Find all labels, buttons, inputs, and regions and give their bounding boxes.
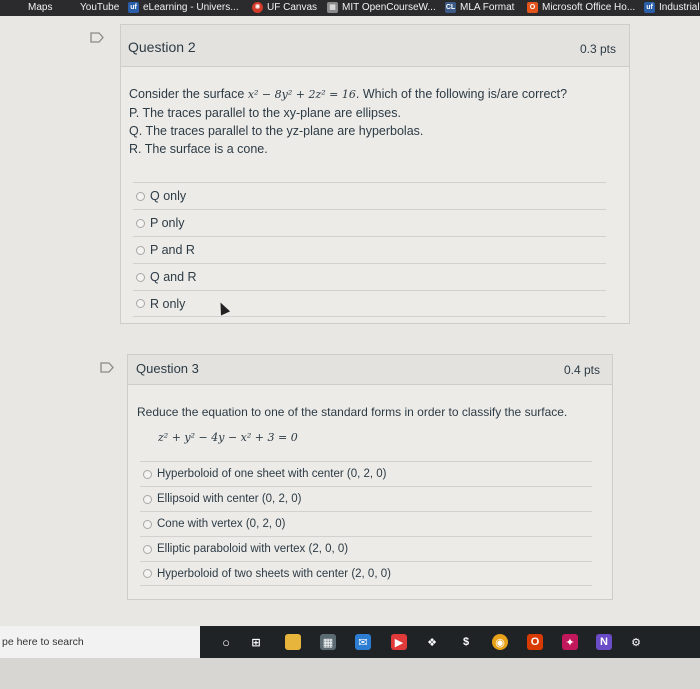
uf-icon: uf: [644, 2, 655, 13]
mla-icon: CL: [445, 2, 456, 13]
answer-option[interactable]: Q only: [133, 182, 606, 209]
answer-option[interactable]: Hyperboloid of two sheets with center (2…: [140, 561, 592, 586]
quiz-page: Question 2 0.3 pts Consider the surface …: [0, 16, 700, 626]
bookmark-label: MIT OpenCourseW...: [342, 2, 436, 13]
bookmark-elearning[interactable]: uf eLearning - Univers...: [128, 1, 239, 14]
answer-label: P only: [150, 216, 185, 230]
office-icon: O: [527, 2, 538, 13]
bookmark-uf-canvas[interactable]: ✺ UF Canvas: [252, 1, 317, 14]
chrome-icon[interactable]: ◉: [492, 634, 508, 650]
radio-button[interactable]: [143, 494, 152, 504]
task-view-icon[interactable]: ⊞: [248, 634, 264, 650]
radio-button[interactable]: [136, 272, 145, 282]
answer-label: Ellipsoid with center (0, 2, 0): [157, 493, 302, 505]
radio-button[interactable]: [143, 569, 152, 578]
taskbar-search-box[interactable]: pe here to search: [0, 626, 200, 658]
bookmark-label: UF Canvas: [267, 2, 318, 13]
radio-button[interactable]: [136, 191, 145, 201]
statement-p: P. The traces parallel to the xy-plane a…: [129, 106, 401, 120]
dollar-icon[interactable]: $: [458, 634, 474, 650]
prompt-text: . Which of the following is/are correct?: [355, 87, 568, 101]
canvas-icon: ✺: [252, 2, 263, 13]
answer-option[interactable]: R only: [133, 290, 606, 317]
bookmark-maps[interactable]: Maps: [28, 1, 52, 14]
bookmark-label: eLearning - Univers...: [143, 2, 239, 13]
answer-label: Hyperboloid of one sheet with center (0,…: [157, 468, 387, 480]
file-explorer-icon[interactable]: [285, 634, 301, 650]
question-header: Question 2 0.3 pts: [121, 25, 629, 67]
bookmark-label: Maps: [28, 2, 53, 13]
answer-label: P and R: [150, 243, 195, 257]
bookmark-mit[interactable]: ▦ MIT OpenCourseW...: [327, 1, 436, 14]
bookmark-youtube[interactable]: YouTube: [80, 1, 119, 14]
radio-button[interactable]: [136, 299, 145, 308]
answer-option[interactable]: Hyperboloid of one sheet with center (0,…: [140, 461, 592, 486]
bookmarks-bar: Maps YouTube uf eLearning - Univers... ✺…: [0, 0, 700, 16]
answer-label: Q only: [150, 189, 187, 203]
prompt-text: Reduce the equation to one of the standa…: [137, 405, 568, 419]
taskbar: pe here to search ○ ⊞ ▦ ✉ ▶ ❖ $ ◉ O ✦ N …: [0, 626, 700, 658]
answer-label: Elliptic paraboloid with vertex (2, 0, 0…: [157, 543, 349, 555]
settings-gear-icon[interactable]: ⚙: [628, 634, 644, 650]
dropbox-icon[interactable]: ❖: [424, 634, 440, 650]
store-icon[interactable]: ▦: [320, 634, 336, 650]
bookmark-industrial[interactable]: uf Industrial: [644, 1, 700, 14]
flag-question-icon[interactable]: [100, 362, 114, 373]
answer-list: Q only P only P and R Q and R R only: [133, 182, 606, 317]
answer-list: Hyperboloid of one sheet with center (0,…: [140, 461, 592, 586]
cortana-icon[interactable]: ○: [218, 634, 234, 650]
app-icon[interactable]: ✦: [562, 634, 578, 650]
flag-question-icon[interactable]: [90, 32, 104, 43]
prompt-text: Consider the surface: [129, 87, 248, 101]
question-2-card: Question 2 0.3 pts Consider the surface …: [120, 24, 630, 324]
answer-option[interactable]: P only: [133, 209, 606, 236]
onenote-icon[interactable]: N: [596, 634, 612, 650]
statement-q: Q. The traces parallel to the yz-plane a…: [129, 124, 424, 138]
bookmark-label: Microsoft Office Ho...: [542, 2, 636, 13]
radio-button[interactable]: [136, 245, 145, 255]
answer-label: Cone with vertex (0, 2, 0): [157, 518, 286, 530]
question-title: Question 2: [128, 39, 196, 55]
mit-icon: ▦: [327, 2, 338, 13]
bookmark-label: Industrial: [659, 2, 700, 13]
radio-button[interactable]: [136, 218, 145, 228]
radio-button[interactable]: [143, 519, 152, 529]
radio-button[interactable]: [143, 544, 152, 554]
bookmark-label: YouTube: [80, 2, 120, 13]
mail-icon[interactable]: ✉: [355, 634, 371, 650]
question-points: 0.4 pts: [563, 363, 600, 377]
equation: z² + y² − 4y − x² + 3 = 0: [158, 431, 298, 444]
question-title: Question 3: [136, 361, 199, 376]
answer-option[interactable]: Ellipsoid with center (0, 2, 0): [140, 486, 592, 511]
answer-label: Q and R: [150, 270, 197, 284]
question-text: Consider the surface x² − 8y² + 2z² = 16…: [129, 85, 619, 158]
answer-label: R only: [150, 296, 186, 311]
office-icon[interactable]: O: [527, 634, 543, 650]
app-icon[interactable]: ▶: [391, 634, 407, 650]
uf-icon: uf: [128, 2, 139, 13]
answer-option[interactable]: P and R: [133, 236, 606, 263]
bookmark-label: MLA Format: [460, 2, 515, 13]
answer-option[interactable]: Elliptic paraboloid with vertex (2, 0, 0…: [140, 536, 592, 561]
bookmark-office[interactable]: O Microsoft Office Ho...: [527, 1, 635, 14]
question-header: Question 3 0.4 pts: [128, 355, 612, 385]
search-placeholder: pe here to search: [2, 636, 84, 648]
bookmark-mla[interactable]: CL MLA Format: [445, 1, 514, 14]
question-points: 0.3 pts: [579, 42, 616, 56]
equation: x² − 8y² + 2z² = 16: [247, 88, 356, 101]
bottom-area: [0, 658, 700, 689]
radio-button[interactable]: [143, 469, 152, 479]
answer-option[interactable]: Q and R: [133, 263, 606, 290]
answer-label: Hyperboloid of two sheets with center (2…: [157, 567, 391, 580]
answer-option[interactable]: Cone with vertex (0, 2, 0): [140, 511, 592, 536]
question-3-card: Question 3 0.4 pts Reduce the equation t…: [127, 354, 613, 600]
statement-r: R. The surface is a cone.: [129, 142, 268, 156]
